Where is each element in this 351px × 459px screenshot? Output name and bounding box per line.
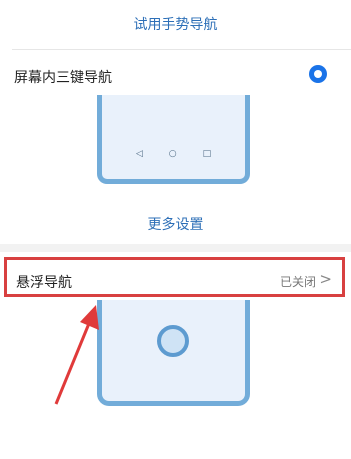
annotation-arrow-icon bbox=[54, 305, 99, 405]
